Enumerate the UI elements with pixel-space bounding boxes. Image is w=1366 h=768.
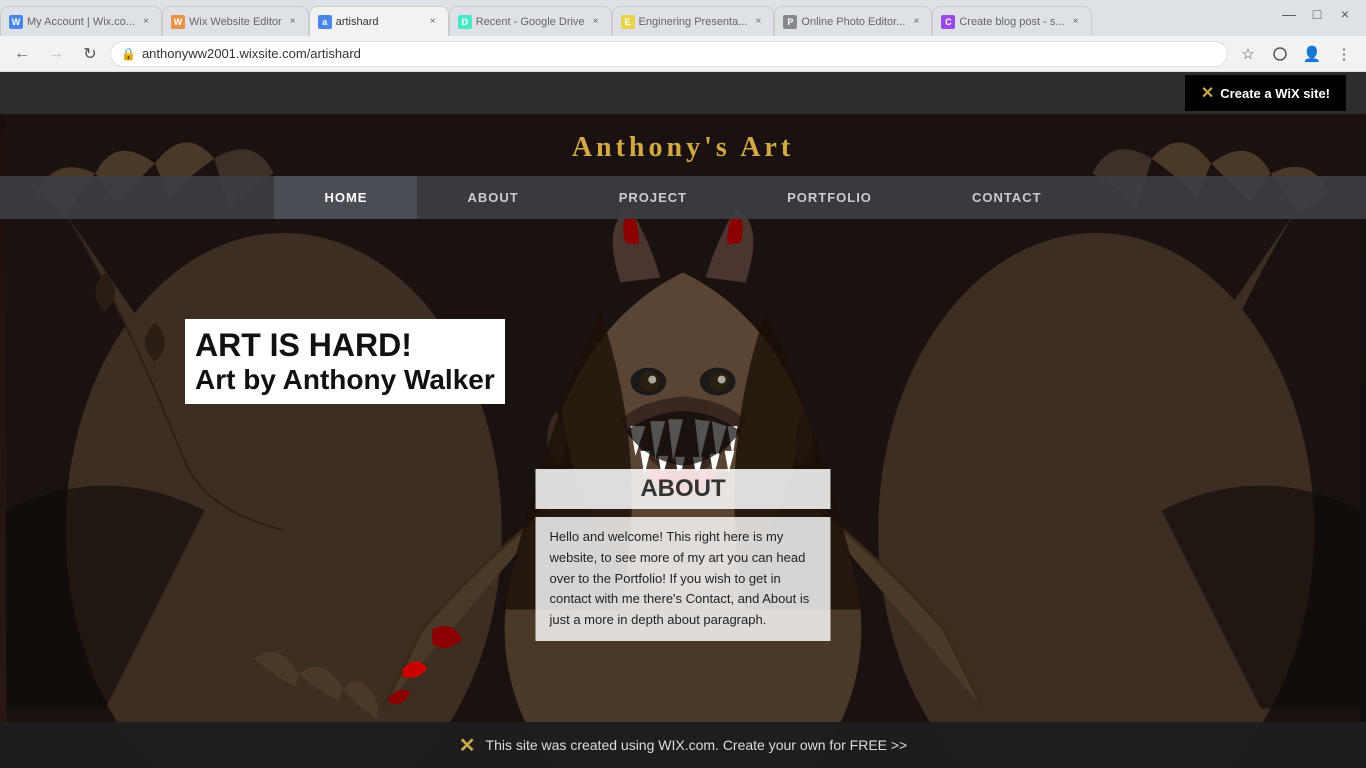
maximize-button[interactable]: □ <box>1304 4 1330 24</box>
wix-create-label: Create a WiX site! <box>1220 86 1330 101</box>
browser-tab-tab3[interactable]: a artishard × <box>309 6 449 36</box>
lock-icon: 🔒 <box>121 47 136 61</box>
tab-title-tab6: Online Photo Editor... <box>801 16 905 28</box>
menu-icon[interactable]: ⋮ <box>1330 40 1358 68</box>
bottom-wix-logo: ✕ <box>459 733 476 758</box>
browser-tab-tab6[interactable]: P Online Photo Editor... × <box>774 6 932 36</box>
tab-title-tab5: Enginering Presenta... <box>639 16 748 28</box>
browser-frame: W My Account | Wix.co... × W Wix Website… <box>0 0 1366 768</box>
about-section: ABOUT Hello and welcome! This right here… <box>536 469 831 641</box>
site-title: Anthony's Art <box>0 114 1366 176</box>
wix-create-button[interactable]: ✕ Create a WiX site! <box>1185 75 1346 111</box>
tab-title-tab1: My Account | Wix.co... <box>27 16 135 28</box>
extensions-icon[interactable] <box>1266 40 1294 68</box>
tab-title-tab4: Recent - Google Drive <box>476 16 585 28</box>
back-button[interactable]: ← <box>8 40 36 68</box>
tab-close-tab6[interactable]: × <box>909 15 923 29</box>
bookmark-star-icon[interactable]: ☆ <box>1234 40 1262 68</box>
tab-bar: W My Account | Wix.co... × W Wix Website… <box>0 0 1366 36</box>
site-navigation: HOMEABOUTPROJECTPORTFOLIOCONTACT <box>0 176 1366 219</box>
tab-title-tab3: artishard <box>336 16 422 28</box>
tab-close-tab5[interactable]: × <box>751 15 765 29</box>
profile-icon[interactable]: 👤 <box>1298 40 1326 68</box>
browser-tab-tab7[interactable]: C Create blog post - s... × <box>932 6 1091 36</box>
about-heading: ABOUT <box>536 469 831 509</box>
wix-top-banner: ✕ Create a WiX site! <box>0 72 1366 114</box>
tab-close-tab4[interactable]: × <box>589 15 603 29</box>
url-bar[interactable]: 🔒 anthonyww2001.wixsite.com/artishard <box>110 41 1228 67</box>
hero-subtitle: Art by Anthony Walker <box>195 364 495 396</box>
tab-close-tab2[interactable]: × <box>286 15 300 29</box>
address-bar: ← → ↻ 🔒 anthonyww2001.wixsite.com/artish… <box>0 36 1366 72</box>
tab-close-tab7[interactable]: × <box>1069 15 1083 29</box>
address-icons: ☆ 👤 ⋮ <box>1234 40 1358 68</box>
tab-title-tab7: Create blog post - s... <box>959 16 1064 28</box>
nav-item-portfolio[interactable]: PORTFOLIO <box>737 176 922 219</box>
refresh-button[interactable]: ↻ <box>76 40 104 68</box>
nav-item-contact[interactable]: CONTACT <box>922 176 1092 219</box>
nav-item-project[interactable]: PROJECT <box>569 176 737 219</box>
browser-tab-tab5[interactable]: E Enginering Presenta... × <box>612 6 775 36</box>
website-content: Anthony's Art HOMEABOUTPROJECTPORTFOLIOC… <box>0 114 1366 768</box>
forward-button[interactable]: → <box>42 40 70 68</box>
wix-logo: ✕ <box>1201 83 1214 103</box>
tab-close-tab1[interactable]: × <box>139 15 153 29</box>
hero-section: ART IS HARD! Art by Anthony Walker <box>185 319 505 404</box>
window-controls: — □ × <box>1276 4 1366 24</box>
browser-tab-tab4[interactable]: D Recent - Google Drive × <box>449 6 612 36</box>
site-title-area: Anthony's Art <box>0 114 1366 176</box>
close-window-button[interactable]: × <box>1332 4 1358 24</box>
about-text: Hello and welcome! This right here is my… <box>536 517 831 641</box>
hero-title: ART IS HARD! <box>195 327 495 364</box>
browser-tab-tab2[interactable]: W Wix Website Editor × <box>162 6 309 36</box>
tab-close-tab3[interactable]: × <box>426 15 440 29</box>
bottom-banner-text: This site was created using WIX.com. Cre… <box>486 737 908 753</box>
nav-item-about[interactable]: ABOUT <box>417 176 568 219</box>
browser-tab-tab1[interactable]: W My Account | Wix.co... × <box>0 6 162 36</box>
main-content: ART IS HARD! Art by Anthony Walker ABOUT… <box>0 219 1366 763</box>
bottom-wix-banner: ✕ This site was created using WIX.com. C… <box>0 722 1366 768</box>
url-text: anthonyww2001.wixsite.com/artishard <box>142 46 361 61</box>
minimize-button[interactable]: — <box>1276 4 1302 24</box>
tab-title-tab2: Wix Website Editor <box>189 16 282 28</box>
nav-item-home[interactable]: HOME <box>274 176 417 219</box>
